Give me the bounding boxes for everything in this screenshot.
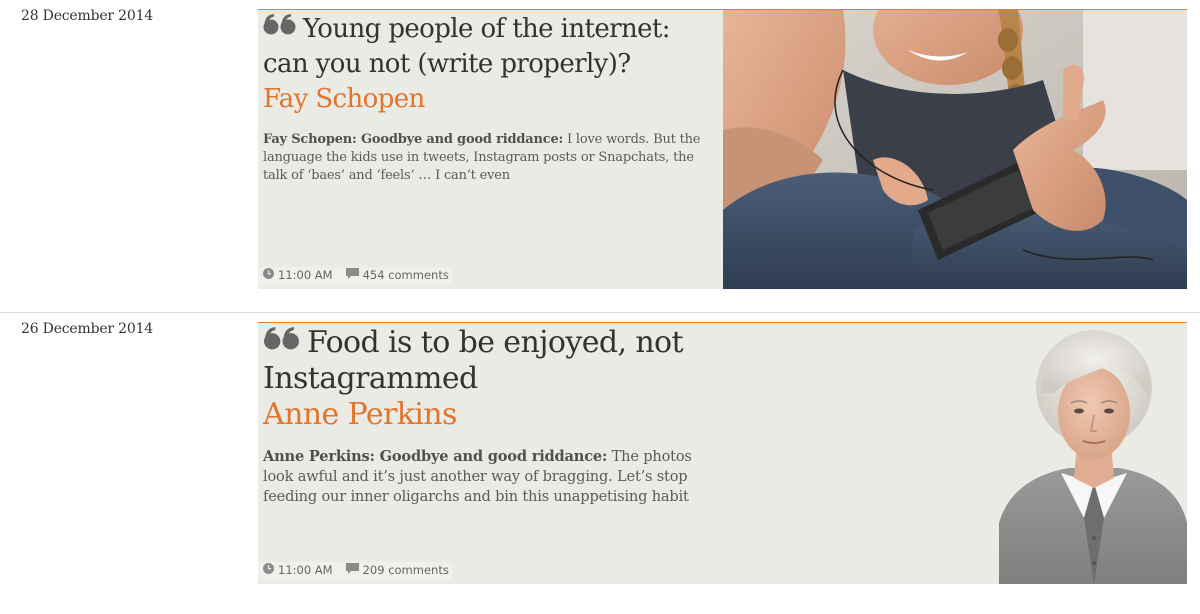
time-label: 11:00 AM [278,563,333,577]
quote-icon [263,323,301,359]
headline-line-1: Food is to be enjoyed, not [307,325,684,360]
comments-count: 454 comments [362,268,449,282]
article-headline[interactable]: Food is to be enjoyed, not Instagrammed … [263,323,718,433]
article-standfirst: Fay Schopen: Goodbye and good riddance: … [263,131,718,185]
article-headline[interactable]: Young people of the internet: can you no… [263,10,718,117]
author-portrait-photo [999,323,1187,584]
article-date: 26 December 2014 [21,321,153,337]
article-author[interactable]: Fay Schopen [263,82,718,117]
headline-line-2: Instagrammed [263,361,478,396]
article-card[interactable]: Food is to be enjoyed, not Instagrammed … [258,322,1187,584]
time-label: 11:00 AM [278,268,333,282]
standfirst-lead: Fay Schopen: Goodbye and good riddance: [263,132,564,147]
article-date: 28 December 2014 [21,8,153,24]
article-row: 28 December 2014 Young people of the int… [0,0,1200,312]
clock-icon [263,563,278,577]
comment-icon [345,563,363,577]
standfirst-lead: Anne Perkins: Goodbye and good riddance: [263,448,608,465]
clock-icon [263,268,278,282]
article-body: Food is to be enjoyed, not Instagrammed … [263,323,718,507]
article-meta: 11:00 AM 209 comments [263,563,462,577]
comments-count: 209 comments [362,563,449,577]
headline-line-2: can you not (write properly)? [263,49,631,79]
comment-icon [345,268,363,282]
comments-link[interactable]: 209 comments [345,563,449,577]
teen-girls-with-phone-photo[interactable] [723,10,1187,289]
headline-line-1: Young people of the internet: [303,14,671,44]
quote-icon [263,10,297,45]
article-author[interactable]: Anne Perkins [263,397,718,433]
article-standfirst: Anne Perkins: Goodbye and good riddance:… [263,447,718,507]
article-row: 26 December 2014 Food is to be enjoyed, … [0,312,1200,614]
publish-time: 11:00 AM [263,268,333,282]
comments-link[interactable]: 454 comments [345,268,449,282]
publish-time: 11:00 AM [263,563,333,577]
article-meta: 11:00 AM 454 comments [263,268,462,282]
article-body: Young people of the internet: can you no… [263,10,718,185]
article-card[interactable]: Young people of the internet: can you no… [258,9,1187,289]
